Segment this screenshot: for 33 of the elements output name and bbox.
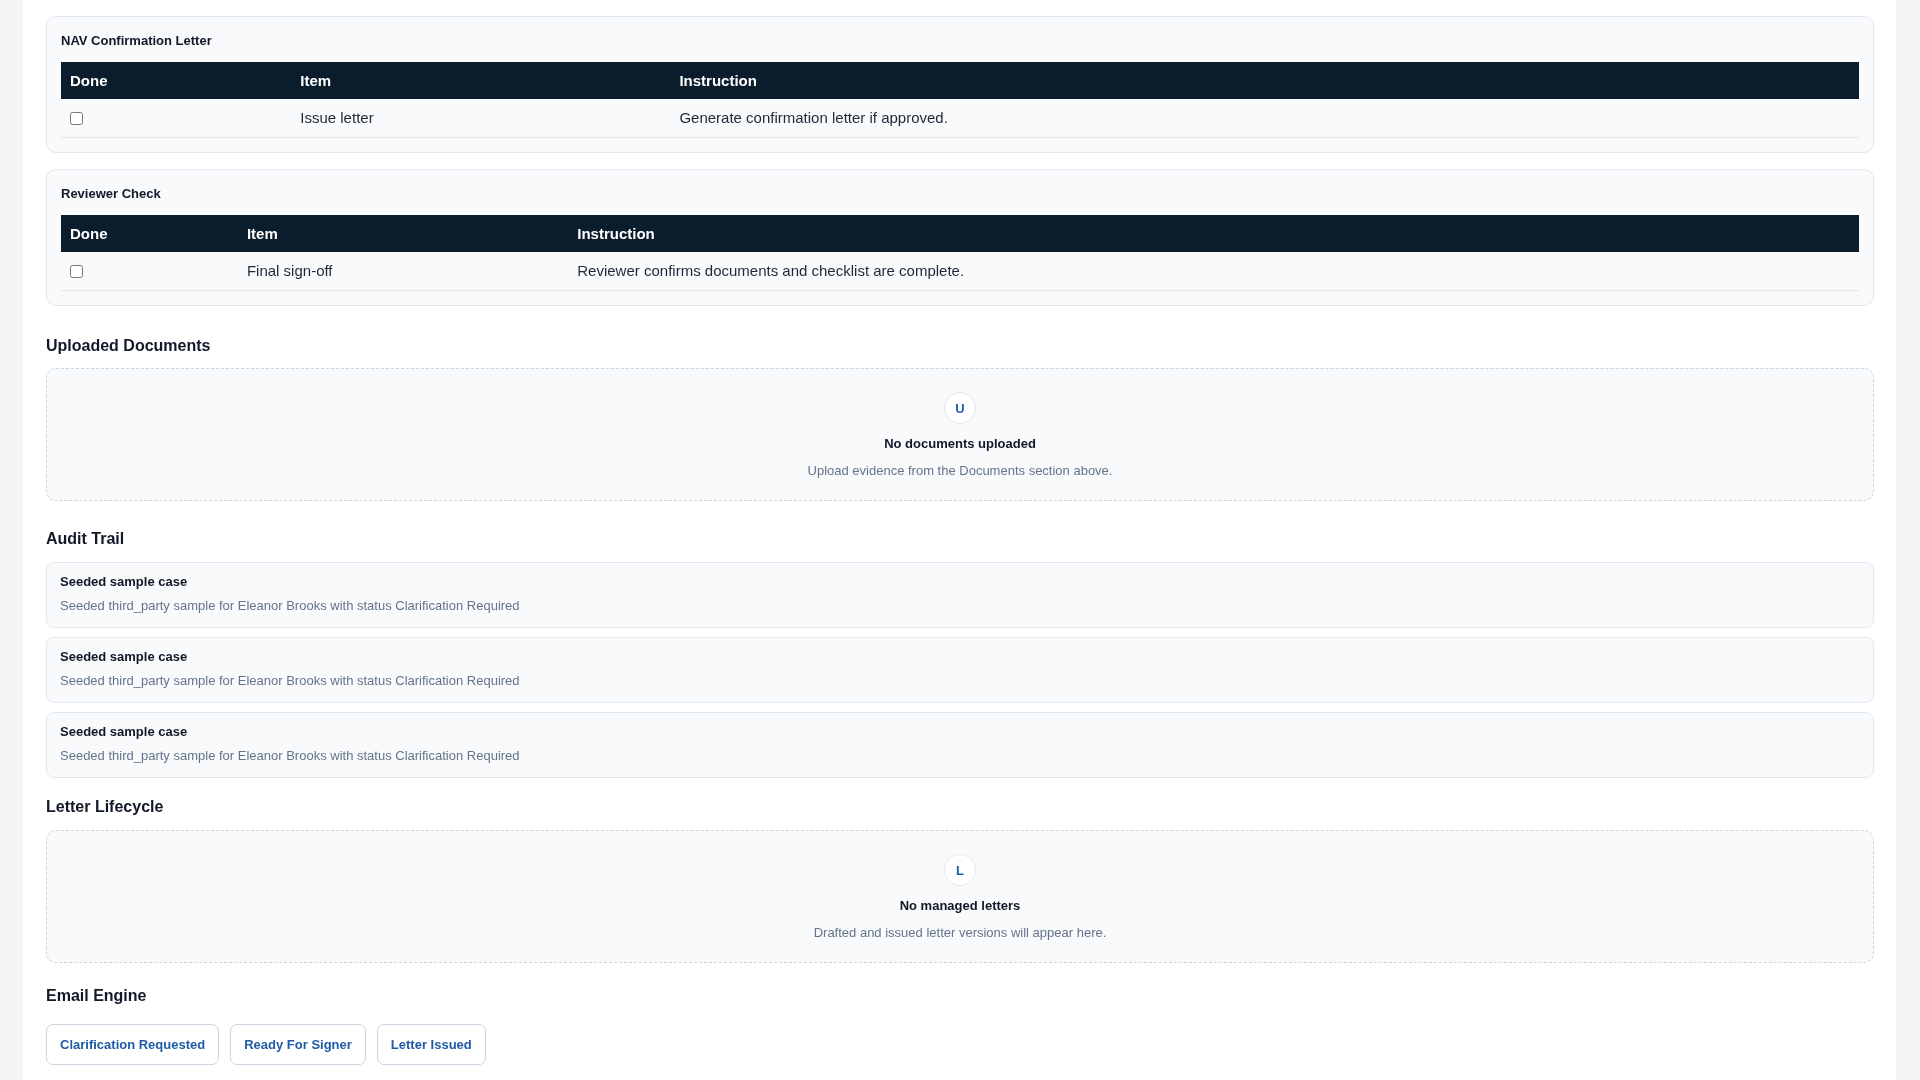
email-template-button[interactable]: Ready For Signer	[230, 1024, 366, 1065]
table-cell: Final sign-off	[237, 252, 569, 291]
audit-entry-detail: Seeded third_party sample for Eleanor Brooks with status Clarification Required	[60, 747, 521, 765]
section-heading: Audit Trail	[46, 529, 126, 549]
column-header: Instruction	[568, 215, 1859, 252]
card-title: Reviewer Check	[61, 185, 162, 203]
initial-circle: L	[944, 854, 976, 886]
column-header: Done	[61, 62, 292, 99]
empty-state-title: No documents uploaded	[884, 435, 1036, 453]
section-heading: Letter Lifecycle	[46, 797, 165, 817]
column-header: Item	[237, 215, 569, 252]
table-cell: Generate confirmation letter if approved.	[670, 99, 1859, 138]
audit-entry-detail: Seeded third_party sample for Eleanor Brooks with status Clarification Required	[60, 597, 521, 615]
email-template-button[interactable]: Clarification Requested	[46, 1024, 220, 1065]
card-title: NAV Confirmation Letter	[61, 32, 213, 50]
table-cell: Reviewer confirms documents and checklist are complete.	[568, 252, 1859, 291]
email-template-button[interactable]: Letter Issued	[376, 1024, 486, 1065]
done-checkbox[interactable]	[70, 112, 83, 126]
audit-entry-detail: Seeded third_party sample for Eleanor Brooks with status Clarification Required	[60, 672, 521, 690]
initial-circle: U	[944, 392, 976, 424]
empty-state-message: Drafted and issued letter versions will appear here.	[813, 924, 1107, 942]
empty-state-title: No managed letters	[899, 897, 1021, 915]
done-checkbox[interactable]	[70, 265, 83, 279]
empty-state-message: Upload evidence from the Documents section above.	[807, 462, 1113, 480]
audit-entry-title: Seeded sample case	[60, 723, 189, 741]
column-header: Item	[291, 62, 671, 99]
audit-entry-title: Seeded sample case	[60, 573, 189, 591]
audit-entry-title: Seeded sample case	[60, 648, 189, 666]
section-heading: Uploaded Documents	[46, 336, 212, 356]
table-cell: Issue letter	[291, 99, 671, 138]
column-header: Done	[61, 215, 238, 252]
section-heading: Email Engine	[46, 986, 148, 1006]
column-header: Instruction	[670, 62, 1859, 99]
